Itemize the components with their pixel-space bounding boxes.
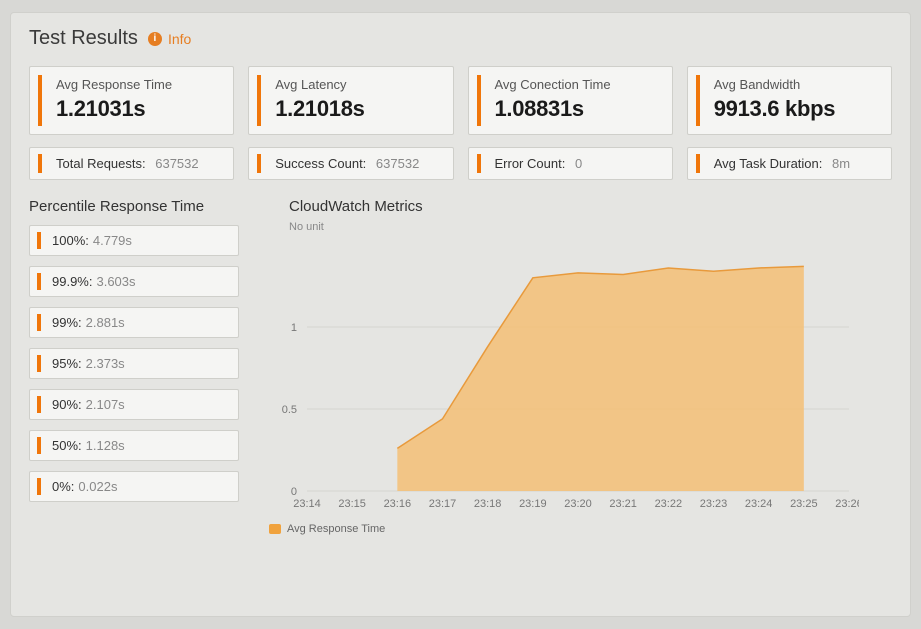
metric-label: Avg Latency (275, 77, 440, 92)
svg-text:23:23: 23:23 (700, 498, 728, 510)
counter-value: 8m (832, 156, 850, 171)
svg-text:23:18: 23:18 (474, 498, 502, 510)
percentile-panel: Percentile Response Time 100%: 4.779s 99.9… (29, 198, 239, 535)
metric-avg-latency: Avg Latency 1.21018s (248, 66, 453, 135)
percentile-row: 90%: 2.107s (29, 389, 239, 420)
svg-text:23:21: 23:21 (609, 498, 637, 510)
legend-swatch-icon (269, 524, 281, 534)
counter-total-requests: Total Requests: 637532 (29, 147, 234, 180)
svg-text:23:17: 23:17 (429, 498, 457, 510)
counter-error-count: Error Count: 0 (468, 147, 673, 180)
metric-label: Avg Response Time (56, 77, 221, 92)
page-title: Test Results (29, 27, 138, 50)
cloudwatch-chart[interactable]: 0 0.5 1 23:14 23:15 23:16 23:17 23:18 23:19 23:20… (259, 239, 859, 519)
svg-text:23:15: 23:15 (338, 498, 366, 510)
percentile-value: 4.779s (93, 233, 132, 248)
percentile-row: 99.9%: 3.603s (29, 266, 239, 297)
svg-text:23:24: 23:24 (745, 498, 773, 510)
counter-success-count: Success Count: 637532 (248, 147, 453, 180)
percentile-value: 2.107s (86, 397, 125, 412)
results-panel: Test Results i Info Avg Response Time 1.… (10, 12, 911, 617)
percentile-value: 0.022s (78, 479, 117, 494)
percentile-title: Percentile Response Time (29, 198, 239, 215)
counter-label: Avg Task Duration: (714, 156, 823, 171)
percentile-value: 3.603s (96, 274, 135, 289)
svg-text:0: 0 (291, 486, 297, 498)
svg-text:23:26: 23:26 (835, 498, 859, 510)
info-icon[interactable]: i (148, 32, 162, 46)
percentile-value: 1.128s (86, 438, 125, 453)
panel-header: Test Results i Info (29, 27, 892, 50)
chart-subtitle: No unit (289, 221, 892, 233)
svg-text:0.5: 0.5 (282, 404, 297, 416)
metric-value: 1.21031s (56, 96, 221, 122)
svg-text:23:25: 23:25 (790, 498, 818, 510)
metric-value: 1.21018s (275, 96, 440, 122)
top-metrics: Avg Response Time 1.21031s Avg Latency 1… (29, 66, 892, 135)
metric-label: Avg Conection Time (495, 77, 660, 92)
percentile-value: 2.373s (86, 356, 125, 371)
info-link[interactable]: Info (168, 31, 191, 47)
svg-text:1: 1 (291, 322, 297, 334)
percentile-label: 99%: (52, 315, 82, 330)
metric-avg-connection-time: Avg Conection Time 1.08831s (468, 66, 673, 135)
percentile-label: 50%: (52, 438, 82, 453)
percentile-row: 0%: 0.022s (29, 471, 239, 502)
counter-avg-task-duration: Avg Task Duration: 8m (687, 147, 892, 180)
percentile-label: 95%: (52, 356, 82, 371)
percentile-label: 90%: (52, 397, 82, 412)
metric-value: 9913.6 kbps (714, 96, 879, 122)
chart-title: CloudWatch Metrics (289, 198, 892, 215)
metric-avg-bandwidth: Avg Bandwidth 9913.6 kbps (687, 66, 892, 135)
svg-text:23:20: 23:20 (564, 498, 592, 510)
svg-text:23:16: 23:16 (384, 498, 412, 510)
counter-value: 637532 (376, 156, 419, 171)
percentile-value: 2.881s (86, 315, 125, 330)
chart-legend: Avg Response Time (269, 523, 892, 535)
counter-value: 637532 (155, 156, 198, 171)
svg-text:23:14: 23:14 (293, 498, 321, 510)
svg-text:23:22: 23:22 (655, 498, 683, 510)
counter-label: Error Count: (495, 156, 566, 171)
counter-metrics: Total Requests: 637532 Success Count: 63… (29, 147, 892, 180)
percentile-row: 100%: 4.779s (29, 225, 239, 256)
percentile-label: 99.9%: (52, 274, 92, 289)
counter-value: 0 (575, 156, 582, 171)
percentile-row: 95%: 2.373s (29, 348, 239, 379)
counter-label: Success Count: (275, 156, 366, 171)
svg-text:23:19: 23:19 (519, 498, 547, 510)
percentile-row: 50%: 1.128s (29, 430, 239, 461)
percentile-label: 100%: (52, 233, 89, 248)
metric-value: 1.08831s (495, 96, 660, 122)
chart-panel: CloudWatch Metrics No unit 0 0.5 1 23:14 23:… (259, 198, 892, 535)
metric-label: Avg Bandwidth (714, 77, 879, 92)
percentile-label: 0%: (52, 479, 74, 494)
legend-label: Avg Response Time (287, 523, 385, 535)
metric-avg-response-time: Avg Response Time 1.21031s (29, 66, 234, 135)
counter-label: Total Requests: (56, 156, 146, 171)
percentile-row: 99%: 2.881s (29, 307, 239, 338)
